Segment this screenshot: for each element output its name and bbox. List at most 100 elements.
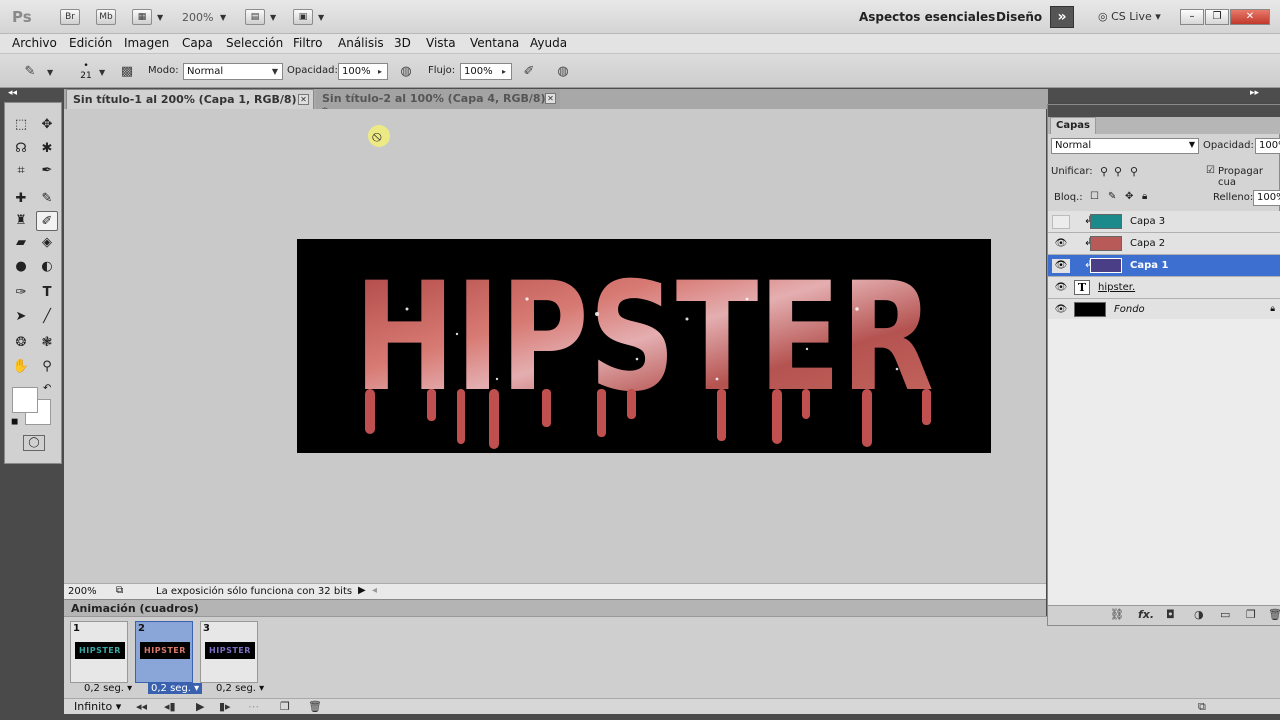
eye-icon[interactable]: 👁︎ <box>1052 259 1070 273</box>
chevron-down-icon[interactable]: ▼ <box>270 13 276 22</box>
mini-bridge-button[interactable]: Mb <box>96 9 116 25</box>
history-brush-icon[interactable]: ✐ <box>36 211 58 231</box>
duplicate-frame-icon[interactable]: ❐ <box>280 700 290 713</box>
more-workspaces-button[interactable]: » <box>1050 6 1074 28</box>
view-extras-icon[interactable]: ▦ <box>132 9 152 25</box>
menu-filtro[interactable]: Filtro <box>293 36 322 50</box>
delete-frame-icon[interactable]: 🗑 <box>308 700 322 713</box>
unify-style-icon[interactable]: ⚲ <box>1130 165 1138 178</box>
chevron-down-icon[interactable]: ▼ <box>99 68 105 77</box>
play-icon[interactable]: ▶ <box>196 700 204 713</box>
menu-vista[interactable]: Vista <box>426 36 456 50</box>
blur-tool-icon[interactable]: ● <box>10 257 32 277</box>
menu-edicion[interactable]: Edición <box>69 36 112 50</box>
unify-visibility-icon[interactable]: ⚲ <box>1114 165 1122 178</box>
lasso-tool-icon[interactable]: ☊ <box>10 139 32 159</box>
tab-document-1[interactable]: Sin título-1 al 200% (Capa 1, RGB/8) * ✕ <box>66 89 314 109</box>
loop-select[interactable]: Infinito ▾ <box>74 700 121 713</box>
lock-transparency-icon[interactable]: ☐ <box>1090 191 1099 202</box>
tab-layers[interactable]: Capas <box>1050 117 1096 134</box>
adjustment-layer-icon[interactable]: ◑ <box>1194 608 1204 621</box>
layer-row-hipster-text[interactable]: 👁︎ T hipster. <box>1048 277 1280 299</box>
unify-position-icon[interactable]: ⚲ <box>1100 165 1108 178</box>
proof-icon[interactable]: ⧉ <box>116 585 123 596</box>
menu-capa[interactable]: Capa <box>182 36 213 50</box>
opacity-field[interactable]: 100% ▸ <box>338 63 388 80</box>
workspace-design[interactable]: Diseño <box>996 10 1042 24</box>
tab-document-2[interactable]: Sin título-2 al 100% (Capa 4, RGB/8) * ✕ <box>316 89 560 118</box>
mode-select[interactable]: Normal ▼ <box>183 63 283 80</box>
expand-icon[interactable]: ▸▸ <box>1250 88 1259 98</box>
document-canvas[interactable]: HIPSTER <box>297 239 991 453</box>
zoom-tool-icon[interactable]: ⚲ <box>36 357 58 377</box>
menu-3d[interactable]: 3D <box>394 36 411 50</box>
clone-stamp-icon[interactable]: ♜ <box>10 211 32 231</box>
quick-selection-icon[interactable]: ✱ <box>36 139 58 159</box>
status-menu-arrow-icon[interactable]: ▶ <box>358 585 366 596</box>
brush-preset-icon[interactable]: ✎ <box>20 62 40 82</box>
scroll-left-icon[interactable]: ◂ <box>372 585 377 596</box>
add-mask-icon[interactable]: ◘ <box>1166 608 1175 621</box>
animation-frame-1[interactable]: 1 HIPSTER <box>70 621 128 683</box>
menu-archivo[interactable]: Archivo <box>12 36 57 50</box>
move-tool-icon[interactable]: ✥ <box>36 115 58 135</box>
layer-row-fondo[interactable]: 👁︎ Fondo 🔒︎ <box>1048 299 1280 321</box>
eye-icon[interactable]: 👁︎ <box>1052 237 1070 251</box>
chevron-down-icon[interactable]: ▼ <box>318 13 324 22</box>
blend-mode-select[interactable]: Normal ▼ <box>1051 138 1199 154</box>
close-icon[interactable]: ✕ <box>298 94 309 105</box>
frame-delay[interactable]: 0,2 seg. ▾ <box>84 683 132 694</box>
arrange-documents-icon[interactable]: ▤ <box>245 9 265 25</box>
frame-delay[interactable]: 0,2 seg. ▾ <box>148 683 203 694</box>
menu-ayuda[interactable]: Ayuda <box>530 36 567 50</box>
frame-delay[interactable]: 0,2 seg. ▾ <box>216 683 264 694</box>
dodge-tool-icon[interactable]: ◐ <box>36 257 58 277</box>
tween-icon[interactable]: ⋯ <box>248 700 259 713</box>
new-group-icon[interactable]: ▭ <box>1220 608 1230 621</box>
visibility-toggle-off[interactable] <box>1052 215 1070 229</box>
convert-timeline-icon[interactable]: ⧉ <box>1198 700 1206 714</box>
collapse-icon[interactable]: ◂◂ <box>8 88 17 98</box>
3d-rotate-icon[interactable]: ❂ <box>10 333 32 353</box>
paint-bucket-icon[interactable]: ◈ <box>36 233 58 253</box>
canvas-area[interactable]: ⦸ HIPSTER <box>64 109 1046 583</box>
crop-tool-icon[interactable]: ⌗ <box>10 161 32 181</box>
menu-ventana[interactable]: Ventana <box>470 36 519 50</box>
menu-imagen[interactable]: Imagen <box>124 36 169 50</box>
animation-frame-3[interactable]: 3 HIPSTER <box>200 621 258 683</box>
swap-colors-icon[interactable]: ↶ <box>43 383 51 394</box>
layers-list-empty-area[interactable] <box>1048 319 1280 605</box>
type-tool-icon[interactable]: T <box>36 283 58 303</box>
menu-analisis[interactable]: Análisis <box>338 36 384 50</box>
screen-mode-icon[interactable]: ▣ <box>293 9 313 25</box>
quick-mask-icon[interactable]: ◯ <box>23 435 45 451</box>
hand-tool-icon[interactable]: ✋ <box>10 357 32 377</box>
lock-pixels-icon[interactable]: ✎ <box>1108 191 1116 202</box>
pen-tool-icon[interactable]: ✑ <box>10 283 32 303</box>
foreground-color-swatch[interactable] <box>12 387 38 413</box>
lock-position-icon[interactable]: ✥ <box>1125 191 1133 202</box>
healing-brush-icon[interactable]: ✚ <box>10 189 32 209</box>
eyedropper-icon[interactable]: ✒ <box>36 161 58 181</box>
pressure-size-icon[interactable]: ◍ <box>553 62 573 82</box>
default-colors-icon[interactable]: ◼ <box>11 417 18 427</box>
eraser-tool-icon[interactable]: ▰ <box>10 233 32 253</box>
3d-orbit-icon[interactable]: ❃ <box>36 333 58 353</box>
path-selection-icon[interactable]: ➤ <box>10 307 32 327</box>
zoom-level[interactable]: 200% <box>182 11 213 24</box>
next-frame-icon[interactable]: ▮▸ <box>219 700 231 713</box>
flow-field[interactable]: 100% ▸ <box>460 63 512 80</box>
brush-tool-icon[interactable]: ✎ <box>36 189 58 209</box>
pressure-opacity-icon[interactable]: ◍ <box>396 62 416 82</box>
previous-frame-icon[interactable]: ◂▮ <box>164 700 176 713</box>
layer-opacity-field[interactable]: 100% <box>1255 138 1280 154</box>
close-window-button[interactable]: ✕ <box>1230 9 1270 25</box>
first-frame-icon[interactable]: ◂◂ <box>136 700 147 713</box>
chevron-down-icon[interactable]: ▼ <box>220 13 226 22</box>
brush-size-picker[interactable]: • 21 <box>76 61 96 81</box>
chevron-down-icon[interactable]: ▼ <box>47 68 53 77</box>
lock-all-icon[interactable]: 🔒︎ <box>1142 191 1147 202</box>
eye-icon[interactable]: 👁︎ <box>1052 303 1070 317</box>
animation-frame-2[interactable]: 2 HIPSTER <box>135 621 193 683</box>
cs-live-menu[interactable]: ◎ CS Live ▾ <box>1098 10 1161 23</box>
